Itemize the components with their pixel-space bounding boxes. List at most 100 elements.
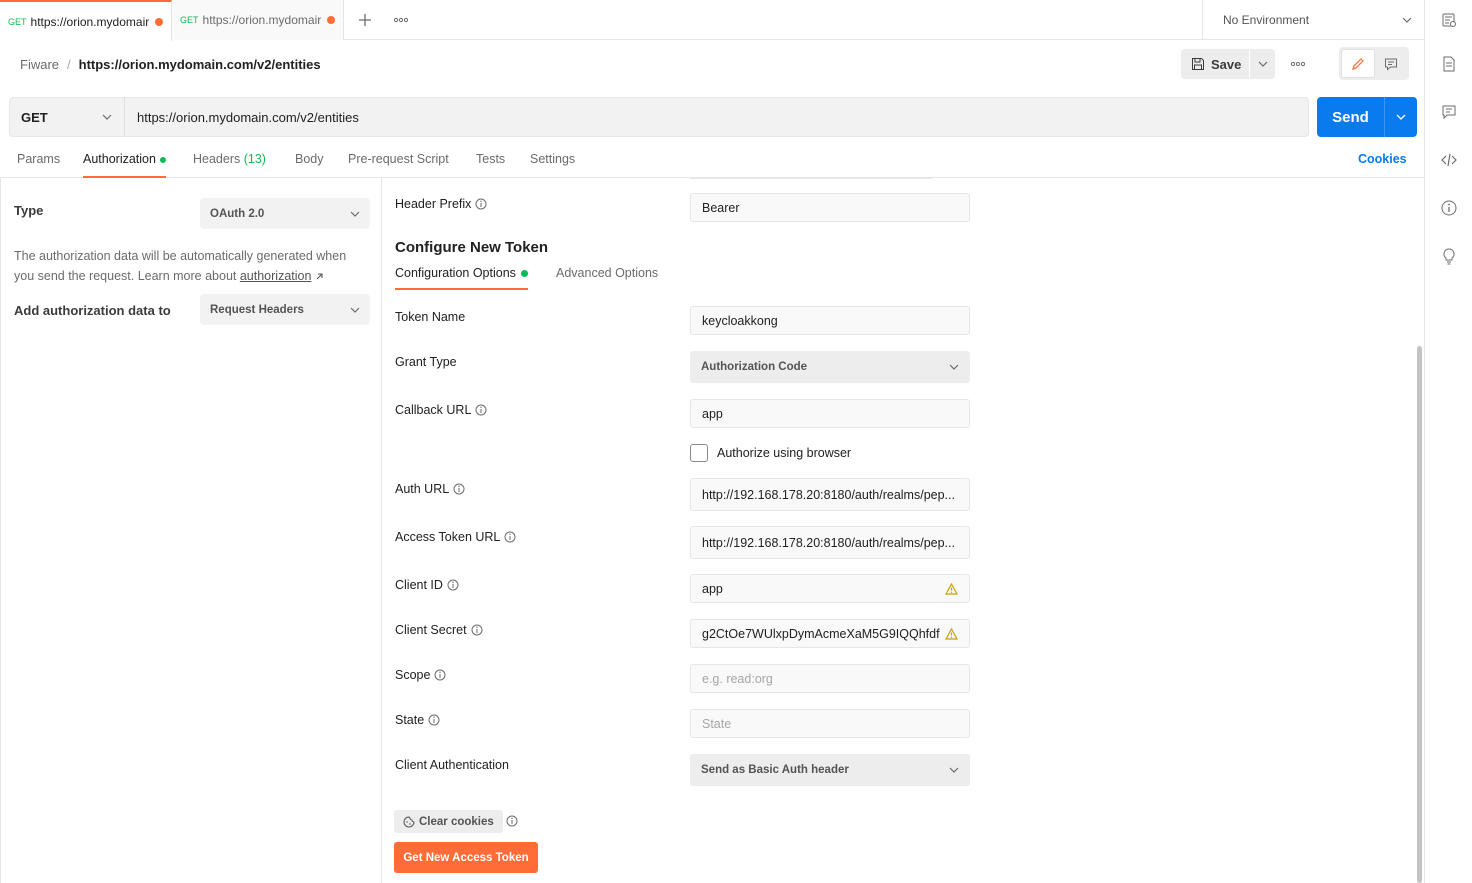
- scrolled-field-edge: [690, 178, 932, 179]
- callback-url-input[interactable]: app: [690, 399, 970, 428]
- token-config-pane: Header Prefix Bearer Configure New Token…: [382, 178, 1424, 883]
- edit-mode-button[interactable]: [1341, 49, 1375, 78]
- chevron-down-icon: [1258, 61, 1268, 67]
- header-prefix-input[interactable]: Bearer: [690, 193, 970, 222]
- auth-url-input[interactable]: http://192.168.178.20:8180/auth/realms/p…: [690, 478, 970, 511]
- scope-label-text: Scope: [395, 668, 431, 682]
- callback-url-label: Callback URL: [395, 403, 487, 417]
- client-auth-select[interactable]: Send as Basic Auth header: [690, 754, 970, 786]
- tab-advanced-options[interactable]: Advanced Options: [556, 266, 658, 290]
- info-icon[interactable]: [475, 404, 487, 416]
- access-token-url-value: http://192.168.178.20:8180/auth/realms/p…: [702, 535, 955, 550]
- client-id-label-text: Client ID: [395, 578, 443, 592]
- warning-icon[interactable]: [945, 582, 958, 595]
- client-id-input[interactable]: app: [690, 574, 970, 603]
- save-label: Save: [1211, 56, 1242, 72]
- authorization-link[interactable]: authorization: [240, 269, 312, 283]
- cookie-icon: [403, 815, 415, 828]
- chevron-down-icon: [1402, 17, 1412, 23]
- state-label-text: State: [395, 713, 425, 727]
- environment-quicklook-icon[interactable]: [1437, 8, 1461, 32]
- client-auth-label: Client Authentication: [395, 758, 509, 772]
- comments-icon[interactable]: [1437, 100, 1461, 124]
- get-new-access-token-button[interactable]: Get New Access Token: [394, 842, 538, 873]
- more-actions-icon[interactable]: [1284, 52, 1312, 76]
- warning-icon[interactable]: [945, 627, 958, 640]
- url-input[interactable]: https://orion.mydomain.com/v2/entities: [125, 98, 371, 136]
- info-icon[interactable]: [428, 714, 440, 726]
- state-label: State: [395, 713, 440, 727]
- info-icon[interactable]: [447, 579, 459, 591]
- header-prefix-label: Header Prefix: [395, 197, 487, 211]
- request-tab-active[interactable]: GET https://orion.mydomair: [0, 0, 172, 41]
- tab-params[interactable]: Params: [17, 152, 60, 178]
- info-icon[interactable]: [434, 669, 446, 681]
- info-icon[interactable]: [506, 815, 518, 827]
- state-input[interactable]: State: [690, 709, 970, 738]
- client-secret-value: g2CtOe7WUlxpDymAcmeXaM5G9IQQhfdf: [702, 626, 940, 641]
- client-auth-value: Send as Basic Auth header: [701, 764, 849, 776]
- send-options-button[interactable]: [1384, 97, 1417, 137]
- url-bar: GET https://orion.mydomain.com/v2/entiti…: [9, 97, 1309, 137]
- info-icon[interactable]: [1437, 196, 1461, 220]
- save-icon: [1191, 57, 1205, 71]
- active-dot-icon: [159, 156, 166, 163]
- breadcrumb: Fiware / https://orion.mydomain.com/v2/e…: [20, 54, 321, 74]
- code-snippet-icon[interactable]: [1437, 148, 1461, 172]
- auth-url-value: http://192.168.178.20:8180/auth/realms/p…: [702, 487, 955, 502]
- breadcrumb-request[interactable]: https://orion.mydomain.com/v2/entities: [79, 57, 321, 72]
- environment-label: No Environment: [1223, 13, 1310, 27]
- tab-method: GET: [180, 15, 199, 25]
- request-tab[interactable]: GET https://orion.mydomair: [172, 0, 344, 40]
- mode-toggle: [1339, 47, 1409, 80]
- new-tab-plus-icon[interactable]: [354, 9, 376, 31]
- chevron-down-icon: [949, 364, 959, 370]
- cookies-link[interactable]: Cookies: [1358, 152, 1407, 166]
- tabs-more-icon[interactable]: [390, 9, 412, 31]
- scrollbar[interactable]: [1417, 346, 1422, 883]
- token-name-value: keycloakkong: [702, 313, 778, 328]
- tab-headers[interactable]: Headers (13): [193, 152, 266, 178]
- lightbulb-icon[interactable]: [1437, 244, 1461, 268]
- chevron-down-icon: [350, 307, 360, 313]
- documentation-icon[interactable]: [1437, 52, 1461, 76]
- token-name-input[interactable]: keycloakkong: [690, 306, 970, 335]
- tab-headers-count: (13): [243, 152, 266, 166]
- breadcrumb-collection[interactable]: Fiware: [20, 57, 59, 72]
- tab-configuration-options[interactable]: Configuration Options: [395, 266, 528, 290]
- tab-body[interactable]: Body: [295, 152, 324, 178]
- info-icon[interactable]: [471, 624, 483, 636]
- save-button[interactable]: Save: [1181, 49, 1249, 79]
- auth-type-select[interactable]: OAuth 2.0: [200, 198, 370, 229]
- save-options-button[interactable]: [1249, 49, 1275, 79]
- tab-headers-label: Headers: [193, 152, 241, 166]
- info-icon[interactable]: [504, 531, 516, 543]
- environment-selector[interactable]: No Environment: [1202, 0, 1424, 40]
- authorize-browser-checkbox[interactable]: [690, 444, 708, 462]
- add-auth-to-select[interactable]: Request Headers: [200, 294, 370, 325]
- client-secret-label: Client Secret: [395, 623, 483, 637]
- type-label: Type: [14, 203, 44, 218]
- tab-authorization[interactable]: Authorization: [83, 152, 166, 178]
- pencil-icon: [1351, 57, 1365, 71]
- comment-mode-button[interactable]: [1375, 49, 1407, 78]
- info-icon[interactable]: [475, 198, 487, 210]
- send-button[interactable]: Send: [1317, 97, 1384, 137]
- auth-url-label: Auth URL: [395, 482, 465, 496]
- callback-url-value: app: [702, 406, 723, 421]
- tab-pre-request-script[interactable]: Pre-request Script: [348, 152, 449, 178]
- method-select[interactable]: GET: [10, 98, 125, 136]
- chevron-down-icon: [949, 767, 959, 773]
- method-label: GET: [21, 109, 48, 125]
- client-secret-label-text: Client Secret: [395, 623, 467, 637]
- grant-type-select[interactable]: Authorization Code: [690, 351, 970, 383]
- tab-tests[interactable]: Tests: [476, 152, 505, 178]
- info-icon[interactable]: [453, 483, 465, 495]
- access-token-url-input[interactable]: http://192.168.178.20:8180/auth/realms/p…: [690, 526, 970, 559]
- authorize-browser-label[interactable]: Authorize using browser: [717, 446, 851, 460]
- add-auth-to-value: Request Headers: [210, 303, 304, 316]
- scope-input[interactable]: e.g. read:org: [690, 664, 970, 693]
- tab-settings[interactable]: Settings: [530, 152, 575, 178]
- clear-cookies-button[interactable]: Clear cookies: [394, 810, 503, 833]
- client-secret-input[interactable]: g2CtOe7WUlxpDymAcmeXaM5G9IQQhfdf: [690, 619, 970, 648]
